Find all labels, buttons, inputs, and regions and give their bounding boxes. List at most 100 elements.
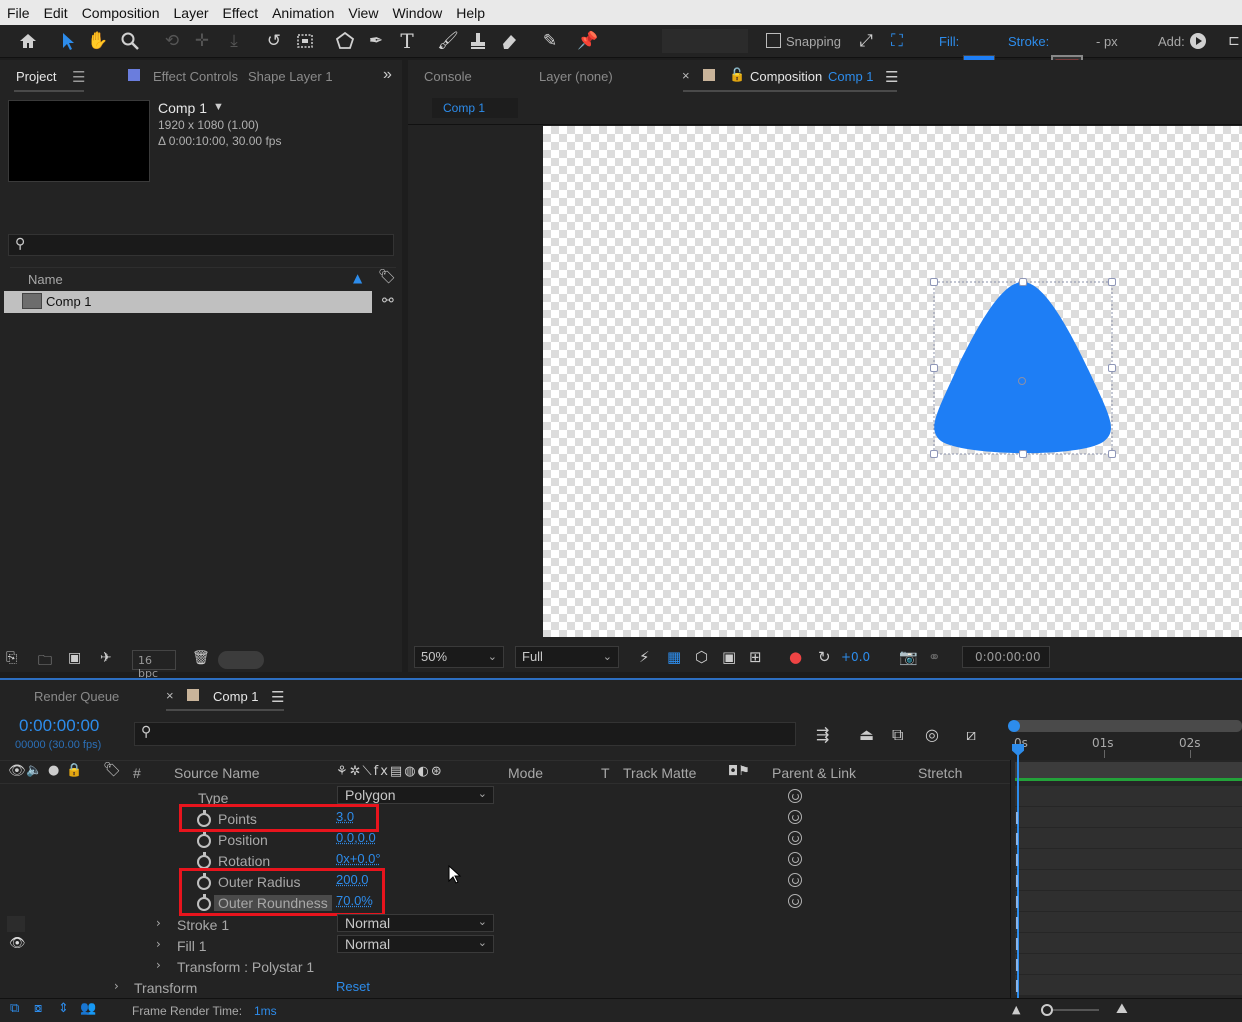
resolution-dropdown[interactable]: Full ⌄ — [515, 646, 619, 668]
composition-viewer[interactable] — [543, 126, 1242, 637]
interpret-footage-icon[interactable]: ⎘ — [6, 650, 17, 666]
fill-blend-mode-dropdown[interactable]: Normal ⌄ — [337, 935, 494, 953]
tab-project[interactable]: Project — [16, 69, 56, 84]
selection-tool-icon[interactable] — [56, 29, 80, 53]
menu-layer[interactable]: Layer — [167, 5, 216, 21]
expand-arrow-icon[interactable]: › — [156, 916, 161, 930]
lock-icon[interactable]: 🔓 — [729, 67, 745, 83]
prop-rotation-value[interactable]: 0x+0.0° — [336, 851, 381, 866]
transform-handle[interactable] — [930, 450, 938, 458]
audio-icon[interactable]: 🔈 — [26, 763, 42, 778]
transform-handle[interactable] — [930, 364, 938, 372]
flowchart-icon[interactable]: ⚯ — [382, 293, 394, 309]
tab-composition-name[interactable]: Comp 1 — [828, 69, 874, 84]
orbit-camera-icon[interactable]: ⟲ — [160, 29, 184, 53]
label-tag-icon[interactable]: 🏷 — [103, 762, 121, 778]
close-tab-icon[interactable]: × — [682, 68, 690, 83]
playhead-icon[interactable] — [1012, 744, 1024, 756]
pick-whip-icon[interactable] — [788, 894, 802, 908]
transform-handle[interactable] — [1019, 450, 1027, 458]
menu-help[interactable]: Help — [449, 5, 492, 21]
tab-effect-controls[interactable]: Effect Controls — [153, 69, 238, 84]
pan-behind-tool-icon[interactable] — [293, 29, 317, 53]
layer-switches-toggle-icon[interactable]: ⧉ — [10, 1001, 19, 1016]
grid-guides-icon[interactable]: ⊞ — [749, 648, 762, 666]
stopwatch-icon[interactable] — [197, 852, 211, 869]
transform-reset-link[interactable]: Reset — [336, 979, 370, 994]
region-of-interest-icon[interactable]: ▣ — [722, 648, 736, 666]
work-area-start-handle[interactable] — [1008, 720, 1020, 732]
tab-composition[interactable]: Composition — [750, 69, 822, 84]
zoom-out-icon[interactable]: ▲ — [1012, 1003, 1020, 1016]
render-time-toggle-icon[interactable]: 👥 — [80, 1001, 96, 1016]
stroke-width-unit[interactable]: - px — [1096, 34, 1118, 49]
tab-comp[interactable]: Comp 1 — [213, 689, 259, 704]
shape-tool-icon[interactable] — [333, 29, 357, 53]
fast-previews-icon[interactable]: ⚡ — [639, 648, 650, 666]
transform-handle[interactable] — [930, 278, 938, 286]
menu-composition[interactable]: Composition — [75, 5, 167, 21]
tab-console[interactable]: Console — [424, 69, 472, 84]
magnification-dropdown[interactable]: 50% ⌄ — [414, 646, 504, 668]
menu-effect[interactable]: Effect — [216, 5, 266, 21]
expand-arrow-icon[interactable]: › — [156, 937, 161, 951]
snapping-checkbox[interactable] — [764, 31, 782, 49]
menu-file[interactable]: File — [0, 5, 37, 21]
tab-render-queue[interactable]: Render Queue — [34, 689, 119, 704]
pick-whip-icon[interactable] — [788, 831, 802, 845]
pick-whip-icon[interactable] — [788, 873, 802, 887]
new-folder-icon[interactable]: 🗀 — [38, 650, 52, 674]
transform-handle[interactable] — [1108, 278, 1116, 286]
composition-mini-flowchart-icon[interactable]: ⇶ — [816, 725, 829, 744]
solo-icon[interactable]: ● — [48, 763, 59, 778]
motion-blur-icon[interactable]: ◎ — [925, 725, 939, 744]
timeline-track-area[interactable] — [1010, 744, 1242, 998]
video-visibility-icon[interactable]: 👁 — [8, 763, 26, 779]
channel-icon[interactable]: ● — [789, 648, 802, 666]
prop-position-value[interactable]: 0.0,0.0 — [336, 830, 376, 845]
pick-whip-icon[interactable] — [788, 810, 802, 824]
zoom-slider-track[interactable] — [1053, 1009, 1099, 1011]
snapshot-camera-icon[interactable]: 📷 — [899, 648, 918, 666]
trash-icon[interactable]: 🗑 — [192, 650, 210, 666]
comp-subtab[interactable]: Comp 1 — [432, 98, 518, 118]
menu-edit[interactable]: Edit — [37, 5, 75, 21]
column-source-name[interactable]: Source Name — [174, 765, 260, 781]
expand-arrow-icon[interactable]: › — [114, 979, 119, 993]
dolly-camera-icon[interactable]: ⤓ — [222, 29, 246, 53]
zoom-tool-icon[interactable] — [118, 29, 142, 53]
exposure-value[interactable]: +0.0 — [841, 650, 870, 664]
panel-menu-icon[interactable]: ☰ — [72, 68, 85, 86]
comp-info-dropdown-icon[interactable]: ▼ — [213, 101, 224, 113]
label-tag-icon[interactable]: 🏷 — [378, 269, 396, 285]
expand-arrow-icon[interactable]: › — [156, 958, 161, 972]
eraser-tool-icon[interactable] — [497, 29, 521, 53]
project-search-input[interactable]: ⚲ — [8, 234, 394, 256]
draft-3d-icon[interactable]: ⏏ — [859, 725, 874, 744]
shape-layer-canvas[interactable] — [543, 126, 1242, 637]
graph-editor-icon[interactable]: ⧄ — [966, 725, 976, 745]
add-menu-icon[interactable] — [1187, 30, 1209, 52]
puppet-pin-tool-icon[interactable]: 📌 — [576, 29, 600, 53]
tab-layer[interactable]: Layer (none) — [539, 69, 613, 84]
transform-handle[interactable] — [1108, 450, 1116, 458]
stopwatch-icon[interactable] — [197, 831, 211, 848]
workspace-overflow-icon[interactable]: ⊏ — [1226, 29, 1242, 53]
show-snapshot-icon[interactable]: ⚭ — [928, 648, 941, 666]
reset-exposure-icon[interactable]: ↻ — [818, 648, 831, 666]
column-mode[interactable]: Mode — [508, 765, 543, 781]
in-out-toggle-icon[interactable]: ⇕ — [58, 1001, 69, 1016]
bit-depth-button[interactable]: 16 bpc — [132, 650, 176, 680]
stroke-blend-mode-dropdown[interactable]: Normal ⌄ — [337, 914, 494, 932]
polystar-type-dropdown[interactable]: Polygon ⌄ — [337, 786, 494, 804]
zoom-slider-handle[interactable] — [1041, 1004, 1053, 1016]
hide-shy-layers-icon[interactable]: ⧉ — [892, 725, 903, 745]
zoom-in-icon[interactable]: ⛰ — [1116, 1001, 1128, 1017]
thumbnail-slider[interactable] — [218, 651, 264, 669]
mask-visibility-icon[interactable]: ⬡ — [695, 648, 708, 666]
column-name-header[interactable]: Name — [28, 272, 63, 287]
column-track-matte[interactable]: Track Matte — [623, 765, 696, 781]
column-parent-link[interactable]: Parent & Link — [772, 765, 856, 781]
snap-options-icon[interactable]: ⤢ — [854, 29, 878, 53]
close-tab-icon[interactable]: × — [166, 688, 174, 703]
